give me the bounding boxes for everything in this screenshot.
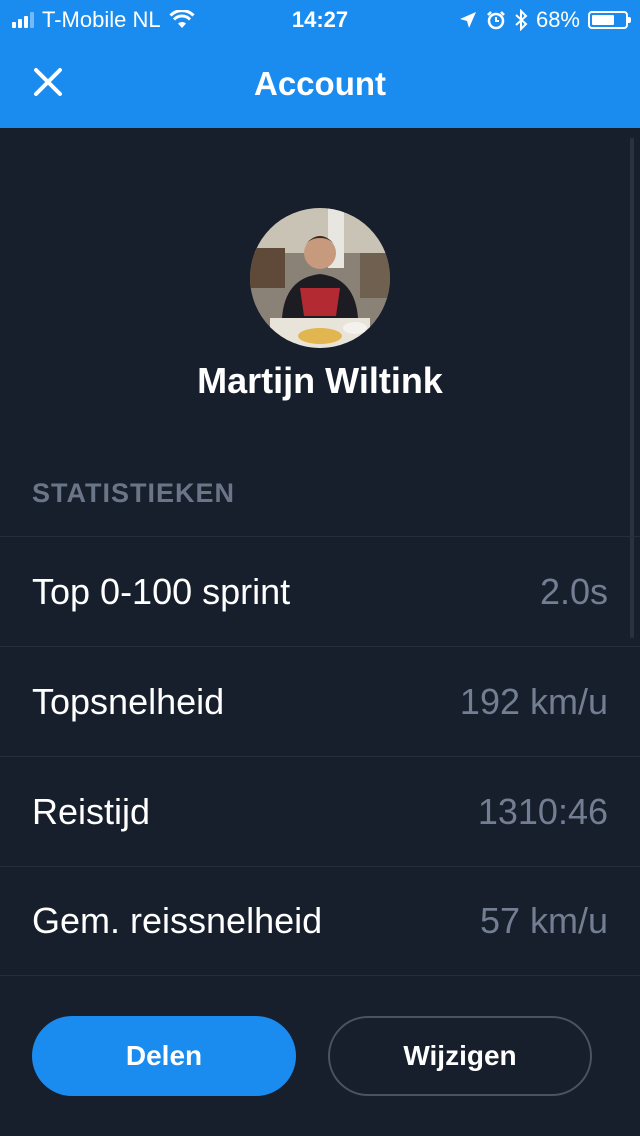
profile-photo: [250, 208, 390, 348]
stat-row-top-speed: Topsnelheid 192 km/u: [0, 646, 640, 756]
stat-row-average-speed: Gem. reissnelheid 57 km/u: [0, 866, 640, 976]
status-bar-left: T-Mobile NL: [12, 7, 195, 33]
carrier-name: T-Mobile NL: [42, 7, 161, 32]
stat-row-sprint: Top 0-100 sprint 2.0s: [0, 536, 640, 646]
avatar[interactable]: [250, 208, 390, 348]
share-button[interactable]: Delen: [32, 1016, 296, 1096]
status-bar-right: 68%: [458, 7, 631, 33]
close-icon: [34, 68, 62, 96]
edit-button[interactable]: Wijzigen: [328, 1016, 592, 1096]
stat-value: 1310:46: [477, 790, 608, 832]
stat-value: 192 km/u: [459, 680, 608, 722]
navigation-bar: Account: [0, 40, 640, 128]
battery-icon: [588, 11, 631, 29]
battery-percent: 68%: [535, 7, 580, 32]
page-title: Account: [254, 65, 386, 102]
close-button[interactable]: [20, 54, 76, 110]
stat-label: Top 0-100 sprint: [32, 570, 291, 612]
bluetooth-icon: [515, 9, 528, 31]
stat-value: 2.0s: [539, 570, 608, 612]
location-icon: [459, 12, 476, 28]
stat-value: 57 km/u: [479, 900, 608, 941]
alarm-icon: [487, 11, 505, 30]
stat-label: Topsnelheid: [32, 680, 225, 722]
stat-label: Gem. reissnelheid: [32, 900, 323, 941]
statistics-list: Top 0-100 sprint 2.0s Topsnelheid 192 km…: [0, 536, 640, 976]
section-header-statistics: STATISTIEKEN: [32, 478, 236, 508]
stat-label: Reistijd: [32, 790, 151, 832]
stat-row-travel-time: Reistijd 1310:46: [0, 756, 640, 866]
status-bar: T-Mobile NL 14:27 68%: [0, 0, 640, 40]
wifi-icon: [169, 10, 195, 28]
signal-icon: [12, 12, 34, 28]
account-content: Martijn Wiltink STATISTIEKEN Top 0-100 s…: [0, 128, 640, 1136]
profile-name: Martijn Wiltink: [197, 360, 443, 401]
battery-level: [592, 15, 614, 25]
